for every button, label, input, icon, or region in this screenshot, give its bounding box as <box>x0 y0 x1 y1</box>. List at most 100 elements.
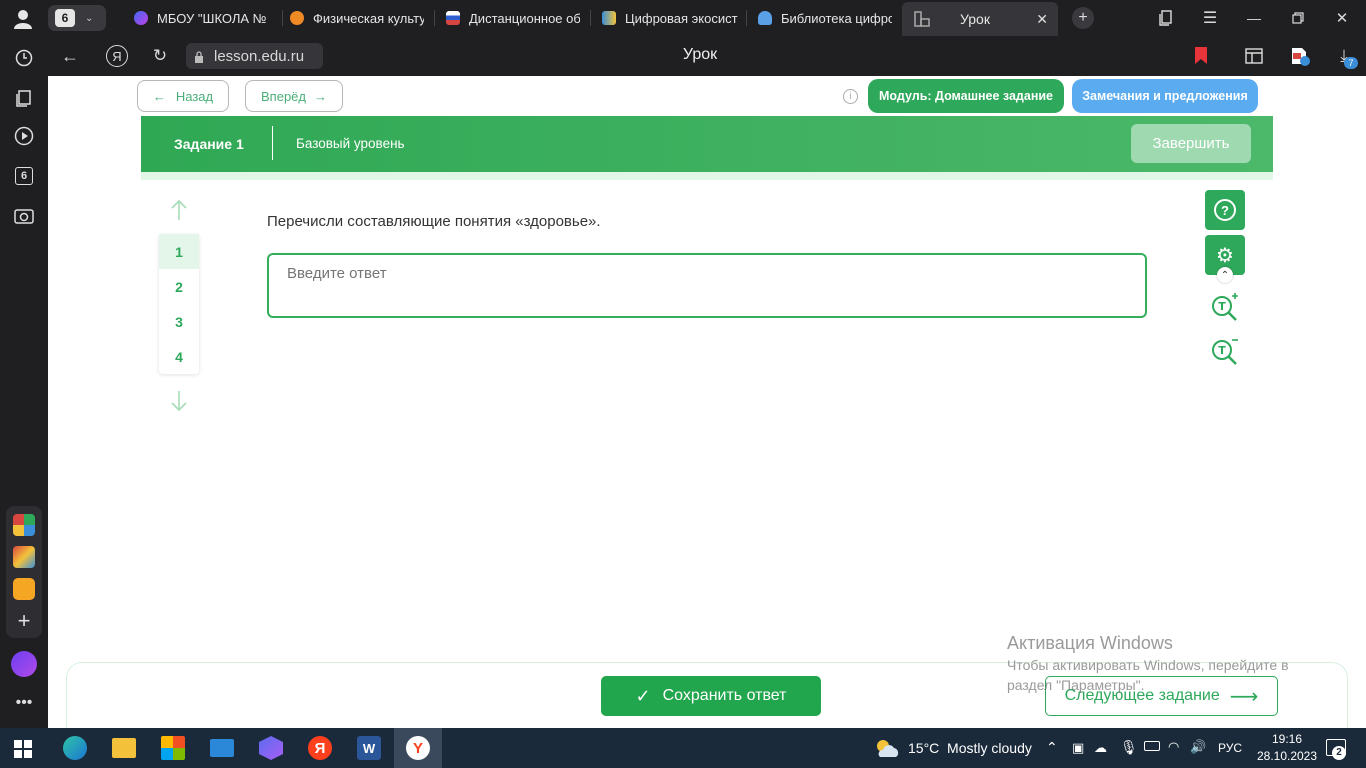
close-tab-icon[interactable]: ✕ <box>1036 11 1048 28</box>
arrow-left-icon: ← <box>152 88 166 104</box>
zoom-in-text-icon[interactable]: T <box>1210 292 1240 322</box>
minimize-icon[interactable]: — <box>1244 8 1264 28</box>
feedback-button[interactable]: Замечания и предложения <box>1072 79 1258 113</box>
tab-title: Цифровая экосист <box>625 10 738 26</box>
edge-icon[interactable] <box>63 736 87 760</box>
tab-count: 6 <box>55 9 75 27</box>
task-number-item[interactable]: 3 <box>159 304 199 339</box>
notifications-badge: 2 <box>1332 746 1346 760</box>
sidebar-badge[interactable]: 6 <box>15 167 33 185</box>
weather-icon[interactable] <box>874 738 900 758</box>
yandex-app-icon: Y <box>406 736 430 760</box>
microphone-icon[interactable]: 🎙 <box>1120 739 1138 756</box>
bookmarks-icon[interactable] <box>12 86 36 110</box>
tab-title: Физическая культу <box>313 10 424 26</box>
collapse-icon[interactable]: ⌃ <box>1217 267 1233 283</box>
mail-icon[interactable] <box>210 739 234 757</box>
tab-counter-button[interactable]: 6 ⌄ <box>48 5 106 31</box>
clock-date[interactable]: 28.10.2023 <box>1254 749 1320 763</box>
reading-mode-icon[interactable] <box>1244 46 1264 66</box>
clock-time[interactable]: 19:16 <box>1264 732 1310 746</box>
long-arrow-right-icon: ⟶ <box>1229 685 1259 708</box>
close-window-icon[interactable]: ✕ <box>1332 8 1352 28</box>
alice-icon[interactable] <box>11 651 37 677</box>
arrow-up-icon[interactable] <box>170 199 188 221</box>
tab-physical-culture[interactable]: Физическая культу <box>290 4 424 32</box>
check-icon: ✓ <box>635 685 651 706</box>
collections-icon[interactable] <box>1156 8 1176 28</box>
gear-icon: ⚙ <box>1216 244 1234 267</box>
bookmark-icon[interactable] <box>1195 47 1207 64</box>
menu-icon[interactable]: ☰ <box>1200 8 1220 28</box>
active-app-highlight[interactable]: Y <box>394 728 442 768</box>
tab-school[interactable]: МБОУ "ШКОЛА № <box>134 4 274 32</box>
save-answer-button[interactable]: ✓ Сохранить ответ <box>601 676 821 716</box>
windows-taskbar: Я W Y 15°C Mostly cloudy ⌃ ▣ ☁ 🎙 ◠ 🔊 РУС… <box>0 728 1366 768</box>
mail-app-icon[interactable] <box>13 546 35 568</box>
tab-title: Дистанционное об <box>469 10 580 26</box>
url-field[interactable]: lesson.edu.ru <box>186 43 323 69</box>
camera-icon[interactable]: ▣ <box>1072 740 1084 756</box>
address-bar-row: ← Я ↻ lesson.edu.ru Урок ⤓ 7 <box>48 36 1366 76</box>
help-button[interactable]: ? <box>1205 190 1245 230</box>
file-explorer-icon[interactable] <box>112 738 136 758</box>
back-arrow-icon[interactable]: ← <box>60 46 80 66</box>
book-favicon-icon <box>758 11 772 25</box>
video-editor-icon[interactable] <box>259 736 283 760</box>
tray-chevron-icon[interactable]: ⌃ <box>1046 739 1058 756</box>
task-number: Задание 1 <box>174 136 244 152</box>
question-icon: ? <box>1214 199 1236 221</box>
answer-input[interactable] <box>267 253 1147 318</box>
screenshot-icon[interactable] <box>12 204 36 228</box>
onedrive-icon[interactable]: ☁ <box>1094 740 1107 756</box>
tab-library[interactable]: Библиотека цифро <box>758 4 892 32</box>
task-number-item[interactable]: 1 <box>159 234 199 269</box>
forward-button-label: Вперёд <box>261 88 306 104</box>
arrow-down-icon[interactable] <box>170 390 188 412</box>
battery-icon[interactable] <box>1144 741 1160 751</box>
wifi-icon[interactable]: ◠ <box>1168 739 1179 755</box>
profile-icon[interactable] <box>12 8 34 30</box>
tab-title: МБОУ "ШКОЛА № <box>157 10 267 26</box>
task-number-list: 1 2 3 4 <box>159 234 199 374</box>
info-icon[interactable]: i <box>843 89 858 104</box>
save-answer-label: Сохранить ответ <box>662 687 787 704</box>
yandex-icon[interactable]: Я <box>106 45 128 67</box>
yandex-browser-icon[interactable]: Я <box>308 736 332 760</box>
weather-text[interactable]: 15°C Mostly cloudy <box>908 740 1032 756</box>
downloads-badge: 7 <box>1344 57 1358 69</box>
task-number-item[interactable]: 2 <box>159 269 199 304</box>
zoom-out-text-icon[interactable]: T <box>1210 336 1240 366</box>
language-indicator[interactable]: РУС <box>1218 741 1242 755</box>
task-number-item[interactable]: 4 <box>159 339 199 374</box>
windows-start-icon[interactable] <box>14 740 32 758</box>
task-level: Базовый уровень <box>296 136 405 151</box>
history-icon[interactable] <box>12 46 36 70</box>
svg-text:T: T <box>1218 344 1226 357</box>
reload-icon[interactable]: ↻ <box>150 46 170 66</box>
back-button[interactable]: ← Назад <box>137 80 229 112</box>
task-header: Задание 1 Базовый уровень Завершить <box>141 116 1273 172</box>
module-button[interactable]: Модуль: Домашнее задание <box>868 79 1064 113</box>
finish-button[interactable]: Завершить <box>1131 124 1251 163</box>
arrow-right-icon: → <box>314 88 327 104</box>
chevron-down-icon: ⌄ <box>85 12 94 24</box>
tab-lesson[interactable]: Урок ✕ <box>902 2 1058 36</box>
calendar-app-icon[interactable] <box>13 514 35 536</box>
add-app-icon[interactable]: + <box>13 610 35 632</box>
word-icon[interactable]: W <box>357 736 381 760</box>
forward-button[interactable]: Вперёд → <box>245 80 343 112</box>
volume-icon[interactable]: 🔊 <box>1190 739 1206 755</box>
task-header-underline <box>141 172 1273 180</box>
more-icon[interactable]: ••• <box>12 694 36 714</box>
new-tab-button[interactable]: + <box>1072 7 1094 29</box>
tab-digital-ecosystem[interactable]: Цифровая экосист <box>602 4 738 32</box>
play-icon[interactable] <box>12 124 36 148</box>
restore-icon[interactable] <box>1288 8 1308 28</box>
browser-sidebar: 6 + ••• <box>0 36 48 728</box>
tab-distance[interactable]: Дистанционное об <box>446 4 580 32</box>
store-icon[interactable] <box>161 736 185 760</box>
svg-text:T: T <box>1218 300 1226 313</box>
lock-icon <box>194 50 204 63</box>
messenger-app-icon[interactable] <box>13 578 35 600</box>
